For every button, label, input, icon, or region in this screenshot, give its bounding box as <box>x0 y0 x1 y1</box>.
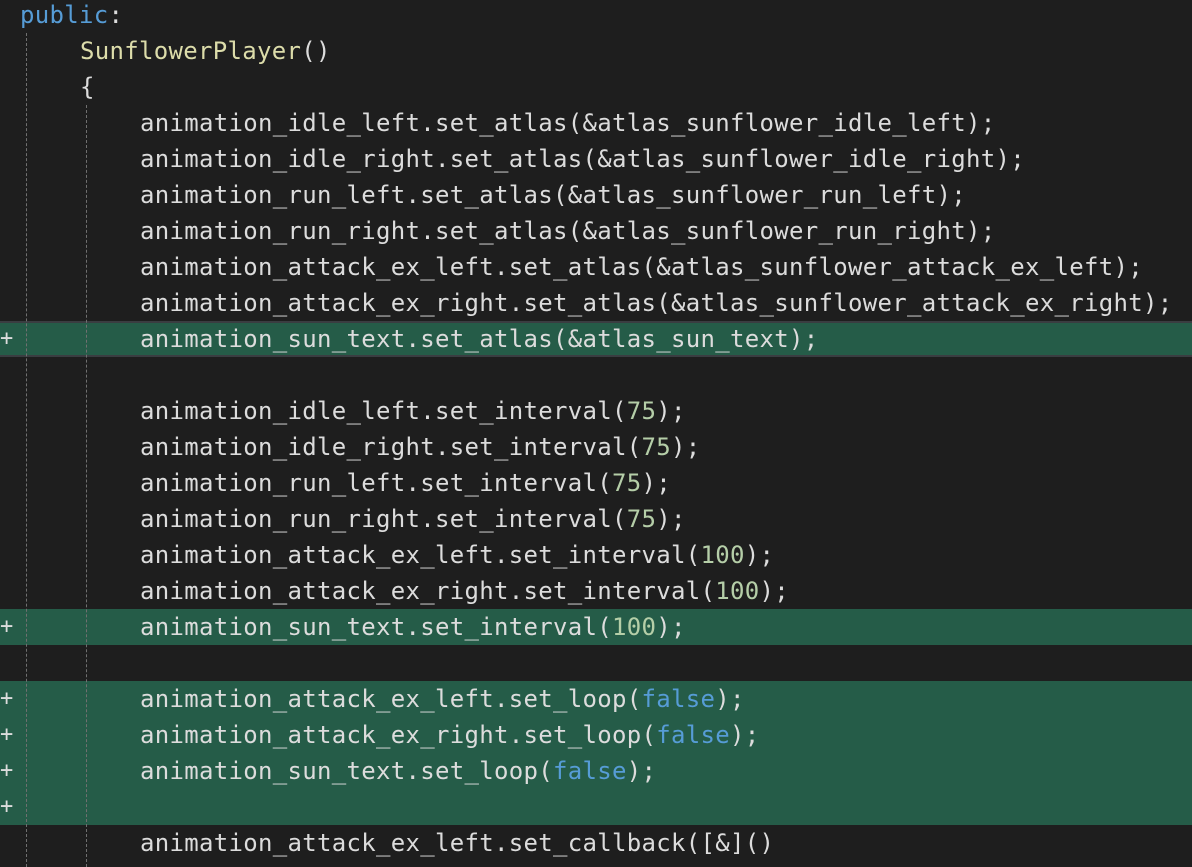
diff-added-marker: + <box>0 794 14 819</box>
code-token: animation_idle_left.set_atlas(&atlas_sun… <box>140 109 996 137</box>
code-token: : <box>108 1 124 29</box>
indent-guide <box>26 33 27 867</box>
code-token: ); <box>744 541 775 569</box>
code-text: animation_attack_ex_right.set_interval(1… <box>140 573 789 609</box>
code-token: ); <box>729 721 760 749</box>
code-line[interactable]: animation_attack_ex_left.set_atlas(&atla… <box>0 249 1192 285</box>
code-line[interactable]: animation_idle_left.set_interval(75); <box>0 393 1192 429</box>
code-text: animation_idle_right.set_interval(75); <box>140 429 700 465</box>
code-token: false <box>641 685 716 713</box>
code-text: animation_idle_right.set_atlas(&atlas_su… <box>140 141 1025 177</box>
added-code-line[interactable]: + animation_sun_text.set_interval(100); <box>0 609 1192 645</box>
code-line[interactable]: public: <box>0 0 1192 33</box>
diff-added-marker: + <box>0 686 14 711</box>
added-code-line[interactable]: + animation_attack_ex_left.set_loop(false… <box>0 681 1192 717</box>
code-text: animation_idle_left.set_atlas(&atlas_sun… <box>140 105 995 141</box>
code-text: { <box>80 69 95 105</box>
added-code-line[interactable]: + animation_sun_text.set_loop(false); <box>0 753 1192 789</box>
code-line[interactable]: animation_run_left.set_interval(75); <box>0 465 1192 501</box>
code-token: ); <box>759 577 789 605</box>
code-token: 100 <box>611 613 657 641</box>
code-text: animation_sun_text.set_interval(100); <box>140 609 686 645</box>
code-token: animation_attack_ex_left.set_loop( <box>140 685 642 713</box>
code-line[interactable] <box>0 357 1192 393</box>
code-token: 100 <box>700 541 745 569</box>
code-text: animation_attack_ex_left.set_interval(10… <box>140 537 774 573</box>
code-token: animation_attack_ex_right.set_loop( <box>140 721 657 749</box>
code-text: animation_run_right.set_atlas(&atlas_sun… <box>140 213 995 249</box>
code-token: 100 <box>715 577 760 605</box>
code-token: false <box>552 757 627 785</box>
code-editor[interactable]: public: SunflowerPlayer(){animation_idle_… <box>0 0 1192 867</box>
code-token: animation_attack_ex_right.set_atlas(&atl… <box>140 289 1173 317</box>
code-line[interactable]: animation_attack_ex_right.set_interval(1… <box>0 573 1192 609</box>
diff-added-marker: + <box>0 614 14 639</box>
code-line[interactable]: animation_run_right.set_atlas(&atlas_sun… <box>0 213 1192 249</box>
code-token: animation_run_left.set_atlas(&atlas_sunf… <box>140 181 966 209</box>
code-line[interactable] <box>0 645 1192 681</box>
code-line[interactable]: animation_run_left.set_atlas(&atlas_sunf… <box>0 177 1192 213</box>
code-token: 75 <box>641 433 671 461</box>
code-token: animation_attack_ex_left.set_interval( <box>140 541 701 569</box>
code-token: ); <box>656 505 686 533</box>
code-token: ); <box>641 469 671 497</box>
code-token: ); <box>715 685 745 713</box>
code-line[interactable]: animation_idle_left.set_atlas(&atlas_sun… <box>0 105 1192 141</box>
code-token: 75 <box>626 397 657 425</box>
code-text: animation_attack_ex_right.set_atlas(&atl… <box>140 285 1172 321</box>
code-token: animation_run_left.set_interval( <box>140 469 612 497</box>
code-line[interactable]: animation_idle_right.set_interval(75); <box>0 429 1192 465</box>
code-text: animation_run_left.set_interval(75); <box>140 465 671 501</box>
code-token: animation_sun_text.set_loop( <box>140 757 553 785</box>
code-token: animation_run_right.set_interval( <box>140 505 627 533</box>
code-text: animation_sun_text.set_atlas(&atlas_sun_… <box>140 321 818 357</box>
code-token: ); <box>656 397 686 425</box>
code-line[interactable]: animation_attack_ex_left.set_callback([&… <box>0 825 1192 861</box>
diff-added-marker: + <box>0 722 14 747</box>
code-token: { <box>80 73 95 101</box>
code-token: 75 <box>626 505 657 533</box>
code-token: animation_idle_right.set_interval( <box>140 433 642 461</box>
diff-added-marker: + <box>0 326 14 351</box>
code-line[interactable]: animation_run_right.set_interval(75); <box>0 501 1192 537</box>
code-token: ); <box>626 757 657 785</box>
code-text: animation_attack_ex_left.set_atlas(&atla… <box>140 249 1143 285</box>
code-token: animation_sun_text.set_atlas(&atlas_sun_… <box>140 325 819 353</box>
code-token: ); <box>656 613 686 641</box>
code-text: animation_run_right.set_interval(75); <box>140 501 686 537</box>
code-line[interactable]: animation_attack_ex_left.set_interval(10… <box>0 537 1192 573</box>
code-token: public <box>20 1 109 29</box>
code-token: animation_attack_ex_right.set_interval( <box>140 577 716 605</box>
indent-guide <box>86 105 87 867</box>
code-text: animation_idle_left.set_interval(75); <box>140 393 686 429</box>
code-text: animation_run_left.set_atlas(&atlas_sunf… <box>140 177 966 213</box>
code-text: animation_sun_text.set_loop(false); <box>140 753 656 789</box>
code-token: animation_sun_text.set_interval( <box>140 613 612 641</box>
code-token: animation_attack_ex_left.set_atlas(&atla… <box>140 253 1143 281</box>
code-token: ); <box>670 433 701 461</box>
code-text: animation_attack_ex_left.set_callback([&… <box>140 825 774 861</box>
code-token: animation_idle_right.set_atlas(&atlas_su… <box>140 145 1025 173</box>
code-token: SunflowerPlayer <box>80 37 302 65</box>
code-token: animation_run_right.set_atlas(&atlas_sun… <box>140 217 996 245</box>
code-line[interactable]: SunflowerPlayer() <box>0 33 1192 69</box>
code-line[interactable]: animation_attack_ex_right.set_atlas(&atl… <box>0 285 1192 321</box>
code-line[interactable]: { <box>0 69 1192 105</box>
added-code-line[interactable]: + animation_attack_ex_right.set_loop(fals… <box>0 717 1192 753</box>
code-text: animation_attack_ex_left.set_loop(false)… <box>140 681 745 717</box>
diff-added-marker: + <box>0 758 14 783</box>
added-code-line[interactable]: + <box>0 789 1192 825</box>
code-text: animation_attack_ex_right.set_loop(false… <box>140 717 759 753</box>
code-token: animation_idle_left.set_interval( <box>140 397 627 425</box>
code-token: 75 <box>611 469 642 497</box>
code-token: animation_attack_ex_left.set_callback([&… <box>140 829 775 857</box>
code-token: false <box>656 721 730 749</box>
code-line[interactable]: animation_idle_right.set_atlas(&atlas_su… <box>0 141 1192 177</box>
code-text: public: <box>20 0 123 33</box>
code-token: () <box>301 37 331 65</box>
code-text: SunflowerPlayer() <box>80 33 331 69</box>
added-code-line[interactable]: + animation_sun_text.set_atlas(&atlas_sun… <box>0 321 1192 357</box>
